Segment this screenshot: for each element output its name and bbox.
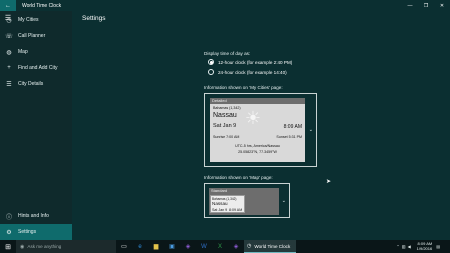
country-label: Bahamas (1,342): [213, 106, 241, 110]
standard-preview-card: Standard Bahamas (1,342) Nassau Sat Jan …: [209, 188, 279, 215]
mouse-cursor-icon: ➤: [326, 179, 332, 185]
sidebar-item-label: Call Planner: [18, 33, 46, 39]
window-title: World Time Clock: [22, 2, 62, 9]
city-name: Nassau: [212, 201, 228, 206]
close-button[interactable]: ✕: [434, 0, 450, 11]
city-name: Nassau: [213, 112, 237, 119]
city-tile: Bahamas (1,342) Nassau Sat Jan 9 8:09 AM: [210, 195, 245, 213]
coordinates-label: 25.05823°N, 77.3459°W: [238, 150, 277, 154]
search-placeholder: Ask me anything: [27, 244, 62, 249]
gear-icon: ⚙: [6, 229, 12, 236]
taskbar-search-box[interactable]: ◉ Ask me anything: [16, 240, 116, 253]
sidebar-item-label: Hints and Info: [18, 213, 49, 219]
date-label: Sat Jan 9: [213, 123, 237, 129]
clock-icon: ◷: [247, 243, 252, 249]
time-label: 8:09 AM: [229, 208, 243, 212]
radio-button[interactable]: [208, 69, 214, 75]
radio-label: 12-hour clock (for example 2:40 PM): [218, 59, 293, 65]
taskbar-app-world-time-clock[interactable]: ◷ World Time Clock: [244, 240, 296, 253]
windows-logo-icon: ⊞: [5, 243, 11, 251]
my-cities-info-label: Information shown on 'My Cities' page:: [204, 85, 283, 90]
map-info-label: Information shown on 'Map' page:: [204, 175, 273, 180]
word-button[interactable]: W: [196, 240, 212, 253]
globe-icon: ◍: [6, 49, 12, 56]
sidebar-item-city-details[interactable]: ☰ City Details: [0, 76, 72, 92]
network-icon[interactable]: ▥: [402, 244, 406, 249]
chevron-up-icon[interactable]: ⌃: [396, 244, 399, 249]
sidebar-item-label: My Cities: [18, 17, 39, 23]
visual-studio-2-button[interactable]: ◈: [228, 240, 244, 253]
sidebar-item-label: Map: [18, 49, 28, 55]
visual-studio-icon: ◈: [185, 244, 191, 250]
file-explorer-button[interactable]: ▆: [148, 240, 164, 253]
app-window: ← World Time Clock — ❐ ✕ ☰ ◷ My Cities ☏…: [0, 0, 450, 253]
taskbar: ⊞ ◉ Ask me anything ▭ e ▆ ▣ ◈ W X ◈ ◷ Wo…: [0, 240, 450, 253]
arrow-left-icon: ←: [5, 2, 11, 9]
card-style-label: Detailed: [210, 98, 305, 104]
store-icon: ▣: [169, 244, 175, 250]
visual-studio-icon: ◈: [233, 244, 239, 250]
plus-icon: +: [7, 65, 11, 71]
detailed-preview-card: Detailed Bahamas (1,342) Nassau Sat Jan …: [210, 98, 305, 162]
taskbar-clock[interactable]: 8:09 AM 1/9/2016: [416, 241, 433, 251]
word-icon: W: [201, 243, 207, 250]
sunrise-label: Sunrise 7:00 AM: [213, 135, 240, 139]
visual-studio-button[interactable]: ◈: [180, 240, 196, 253]
radio-button-checked[interactable]: [208, 59, 214, 65]
page-title: Settings: [82, 15, 106, 22]
sidebar-item-hints-and-info[interactable]: ⓘ Hints and Info: [0, 208, 72, 224]
sun-icon: ☀: [244, 107, 262, 128]
sidebar-item-label: Settings: [18, 229, 37, 235]
edge-browser-button[interactable]: e: [132, 240, 148, 253]
edge-icon: e: [138, 243, 142, 250]
start-button[interactable]: ⊞: [0, 240, 16, 253]
phone-icon: ☏: [5, 33, 13, 40]
sidebar-item-settings[interactable]: ⚙ Settings: [0, 224, 72, 240]
chevron-down-icon: ⌄: [281, 197, 286, 204]
map-info-dropdown[interactable]: Standard Bahamas (1,342) Nassau Sat Jan …: [204, 183, 290, 218]
maximize-button[interactable]: ❐: [418, 0, 434, 11]
main-content: Settings Display time of day as: 12-hour…: [72, 11, 450, 240]
task-view-icon: ▭: [121, 244, 127, 250]
timezone-label: UTC-5 hrs, America/Nassau: [235, 144, 280, 148]
sidebar-item-map[interactable]: ◍ Map: [0, 44, 72, 60]
card-style-label: Standard: [209, 188, 279, 194]
time-label: 8:09 AM: [283, 124, 302, 130]
system-tray: ⌃ ▥ ◀ 8:09 AM 1/9/2016 ▤: [396, 240, 440, 253]
clock-date: 1/9/2016: [416, 245, 433, 251]
excel-button[interactable]: X: [212, 240, 228, 253]
sidebar-item-my-cities[interactable]: ◷ My Cities: [0, 12, 72, 28]
sidebar-item-label: Find and Add City: [18, 65, 58, 71]
notifications-icon[interactable]: ▤: [436, 244, 440, 249]
my-cities-info-dropdown[interactable]: Detailed Bahamas (1,342) Nassau Sat Jan …: [204, 93, 317, 167]
sidebar-item-label: City Details: [18, 81, 44, 87]
radio-24-hour[interactable]: 24-hour clock (for example 14:40): [208, 69, 287, 75]
sidebar-item-call-planner[interactable]: ☏ Call Planner: [0, 28, 72, 44]
excel-icon: X: [217, 243, 222, 250]
minimize-button[interactable]: —: [402, 0, 418, 11]
folder-icon: ▆: [153, 244, 159, 250]
list-icon: ☰: [6, 81, 12, 88]
sunset-label: Sunset 5:31 PM: [276, 135, 302, 139]
chevron-down-icon: ⌄: [308, 127, 313, 133]
clock-icon: ◷: [6, 17, 12, 24]
window-controls: — ❐ ✕: [402, 0, 450, 11]
volume-icon[interactable]: ◀: [408, 244, 411, 249]
sidebar-item-find-and-add-city[interactable]: + Find and Add City: [0, 60, 72, 76]
info-icon: ⓘ: [5, 214, 12, 221]
back-button[interactable]: ←: [0, 0, 16, 11]
store-button[interactable]: ▣: [164, 240, 180, 253]
radio-12-hour[interactable]: 12-hour clock (for example 2:40 PM): [208, 59, 292, 65]
taskbar-app-label: World Time Clock: [254, 243, 291, 249]
radio-label: 24-hour clock (for example 14:40): [218, 69, 287, 75]
date-label: Sat Jan 9: [212, 208, 228, 212]
sidebar: ☰ ◷ My Cities ☏ Call Planner ◍ Map + Fin…: [0, 11, 72, 240]
title-bar: ← World Time Clock — ❐ ✕: [0, 0, 450, 11]
microphone-icon: ◉: [20, 243, 25, 250]
task-view-button[interactable]: ▭: [116, 240, 132, 253]
time-format-label: Display time of day as:: [204, 51, 251, 56]
